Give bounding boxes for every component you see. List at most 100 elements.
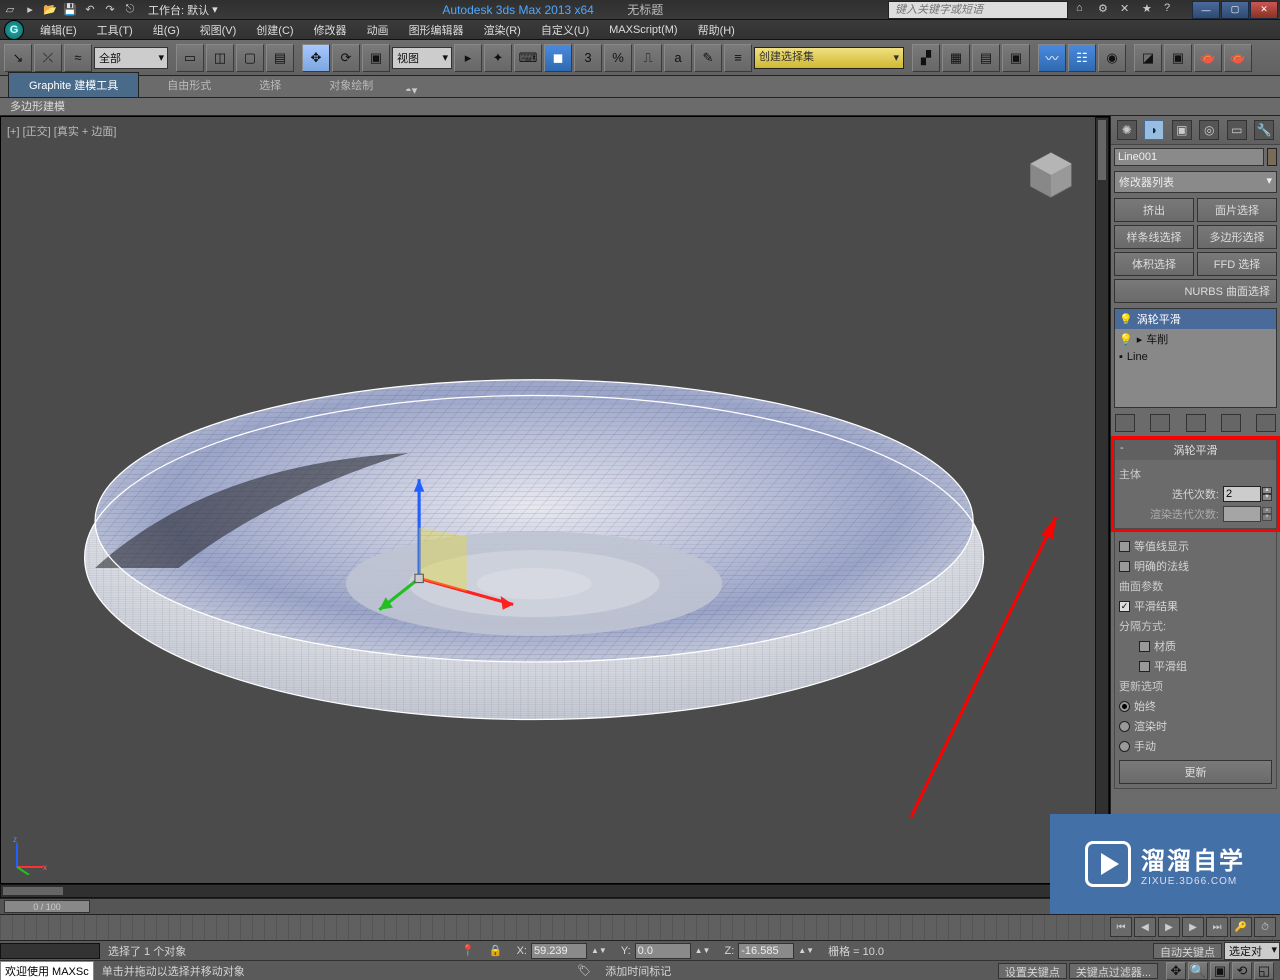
modifier-list-dropdown[interactable]: 修改器列表	[1114, 171, 1277, 193]
modify-panel-icon[interactable]: ◗	[1144, 120, 1164, 140]
ref-coord-dropdown[interactable]: 视图	[392, 47, 452, 69]
mod-btn-extrude[interactable]: 挤出	[1114, 198, 1194, 222]
mirror-icon[interactable]: ▞	[912, 44, 940, 72]
sep-smoothgroup-row[interactable]: 平滑组	[1139, 656, 1272, 676]
undo-icon[interactable]: ↶	[82, 2, 98, 18]
rotate-icon[interactable]: ⟳	[332, 44, 360, 72]
viewport-hscroll[interactable]	[0, 884, 1110, 898]
graphite-icon[interactable]: ▣	[1002, 44, 1030, 72]
menu-help[interactable]: 帮助(H)	[688, 22, 745, 38]
update-always-radio[interactable]	[1119, 701, 1130, 712]
menu-custom[interactable]: 自定义(U)	[531, 22, 599, 38]
open-icon[interactable]: ▸	[22, 2, 38, 18]
isoline-checkbox[interactable]	[1119, 541, 1130, 552]
spinner-up-icon[interactable]: ▲	[1262, 507, 1272, 514]
prev-frame-icon[interactable]: ◀	[1134, 917, 1156, 937]
viewport-label[interactable]: [+] [正交] [真实 + 边面]	[7, 123, 116, 139]
save-icon[interactable]: 💾	[62, 2, 78, 18]
menu-tools[interactable]: 工具(T)	[87, 22, 143, 38]
move-icon[interactable]: ✥	[302, 44, 330, 72]
create-panel-icon[interactable]: ✺	[1117, 120, 1137, 140]
time-config-icon[interactable]: ⏱	[1254, 917, 1276, 937]
utilities-panel-icon[interactable]: 🔧	[1254, 120, 1274, 140]
ribbon-expand-icon[interactable]: ◓▾	[401, 84, 421, 97]
material-editor-icon[interactable]: ◉	[1098, 44, 1126, 72]
trackbar[interactable]: ⏮ ◀ ▶ ▶ ⏭ 🔑 ⏱ 溜溜自学 ZIXUE.3D66.COM	[0, 914, 1280, 940]
favorite-icon[interactable]: ★	[1142, 2, 1158, 18]
minimize-button[interactable]: —	[1192, 1, 1220, 19]
smooth-result-row[interactable]: 平滑结果	[1119, 596, 1272, 616]
expand-icon[interactable]: ▪	[1119, 351, 1123, 363]
render-iter-input[interactable]	[1223, 506, 1261, 522]
isoline-row[interactable]: 等值线显示	[1119, 536, 1272, 556]
select-manipulate-icon[interactable]: ✦	[484, 44, 512, 72]
rollout-header[interactable]: 涡轮平滑	[1115, 440, 1276, 460]
render-setup-icon[interactable]: ◪	[1134, 44, 1162, 72]
time-slider-handle[interactable]: 0 / 100	[4, 900, 90, 913]
schematic-view-icon[interactable]: ☷	[1068, 44, 1096, 72]
display-panel-icon[interactable]: ▭	[1227, 120, 1247, 140]
curve-editor-icon[interactable]: 〰	[1038, 44, 1066, 72]
viewport[interactable]: [+] [正交] [真实 + 边面]	[0, 116, 1110, 884]
snap-a-icon[interactable]: a	[664, 44, 692, 72]
configure-sets-icon[interactable]	[1256, 414, 1276, 432]
zoom-icon[interactable]: 🔍	[1188, 962, 1208, 980]
key-mode-icon[interactable]: 🔑	[1230, 917, 1252, 937]
menu-views[interactable]: 视图(V)	[190, 22, 247, 38]
pin-stack-icon[interactable]	[1115, 414, 1135, 432]
lock-icon[interactable]: 🔒	[483, 944, 509, 957]
pivot-center-icon[interactable]: ▸	[454, 44, 482, 72]
menu-maxscript[interactable]: MAXScript(M)	[599, 24, 687, 36]
named-selection-set-dropdown[interactable]: 创建选择集	[754, 47, 904, 69]
infocenter-icon[interactable]: ⌂	[1076, 2, 1092, 18]
redo-icon[interactable]: ↷	[102, 2, 118, 18]
goto-start-icon[interactable]: ⏮	[1110, 917, 1132, 937]
percent-snap-icon[interactable]: %	[604, 44, 632, 72]
autokey-button[interactable]: 自动关键点	[1153, 943, 1222, 959]
menu-animation[interactable]: 动画	[357, 22, 399, 38]
object-name-input[interactable]	[1114, 148, 1264, 166]
mod-btn-spline-select[interactable]: 样条线选择	[1114, 225, 1194, 249]
maxscript-mini-listener[interactable]: 欢迎使用 MAXSc	[0, 961, 94, 980]
keymode-dropdown[interactable]: 选定对	[1224, 942, 1280, 960]
setkey-button[interactable]: 设置关键点	[998, 963, 1067, 979]
lightbulb-icon[interactable]: 💡	[1119, 333, 1133, 346]
keyfilter-button[interactable]: 关键点过滤器...	[1069, 963, 1158, 979]
zoom-extents-icon[interactable]: ▣	[1210, 962, 1230, 980]
show-end-result-icon[interactable]	[1150, 414, 1170, 432]
render-icon[interactable]: 🫖	[1194, 44, 1222, 72]
add-time-tag[interactable]: 添加时间标记	[599, 963, 677, 979]
snap-2d-icon[interactable]: ◼	[544, 44, 572, 72]
window-crossing-icon[interactable]: ▤	[266, 44, 294, 72]
explicit-normals-checkbox[interactable]	[1119, 561, 1130, 572]
open2-icon[interactable]: 📂	[42, 2, 58, 18]
update-manual-radio[interactable]	[1119, 741, 1130, 752]
update-always-row[interactable]: 始终	[1119, 696, 1272, 716]
spinner-snap-icon[interactable]: ⎍	[634, 44, 662, 72]
region-rect-icon[interactable]: ▢	[236, 44, 264, 72]
angle-snap-icon[interactable]: 3	[574, 44, 602, 72]
maximize-viewport-icon[interactable]: ◱	[1254, 962, 1274, 980]
coord-x-input[interactable]	[531, 943, 587, 959]
coord-y-input[interactable]	[635, 943, 691, 959]
viewport-vscroll[interactable]	[1095, 117, 1109, 883]
edit-named-sel-icon[interactable]: ✎	[694, 44, 722, 72]
spinner-down-icon[interactable]: ▼	[1262, 494, 1272, 501]
update-button[interactable]: 更新	[1119, 760, 1272, 784]
menu-edit[interactable]: 编辑(E)	[30, 22, 87, 38]
maximize-button[interactable]: ▢	[1221, 1, 1249, 19]
goto-end-icon[interactable]: ⏭	[1206, 917, 1228, 937]
selection-filter-dropdown[interactable]: 全部	[94, 47, 168, 69]
ribbon-sub[interactable]: 多边形建模	[0, 98, 1280, 116]
app-menu-button[interactable]: G	[4, 20, 24, 40]
select-name-icon[interactable]: ◫	[206, 44, 234, 72]
spinner-down-icon[interactable]: ▼	[1262, 514, 1272, 521]
workspace-dropdown[interactable]: 工作台: 默认 ▾	[148, 2, 218, 18]
mod-btn-vol-select[interactable]: 体积选择	[1114, 252, 1194, 276]
help-icon[interactable]: ?	[1164, 2, 1180, 18]
link-icon[interactable]: ⎋	[122, 2, 138, 18]
stack-item-line[interactable]: ▪Line	[1115, 349, 1276, 365]
mod-btn-poly-select[interactable]: 多边形选择	[1197, 225, 1277, 249]
render-iter-spinner[interactable]: ▲▼	[1223, 506, 1272, 522]
select-link-icon[interactable]: ↘	[4, 44, 32, 72]
